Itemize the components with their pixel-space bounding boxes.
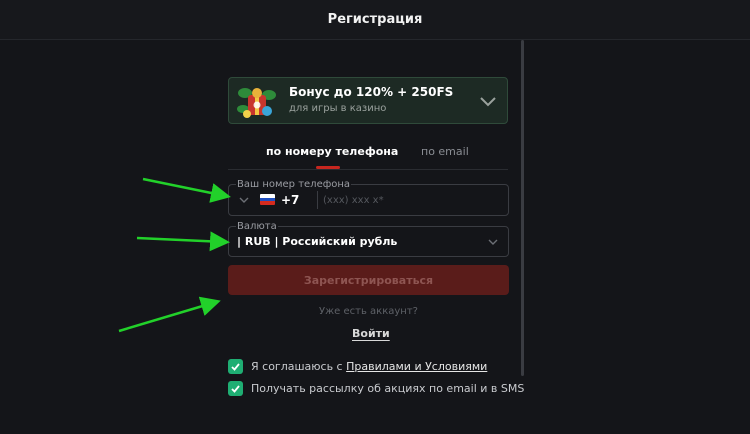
annotation-arrows [118,177,231,333]
arrow-register [118,296,221,333]
arrow-phone [142,177,231,203]
arrow-currency [136,231,230,252]
